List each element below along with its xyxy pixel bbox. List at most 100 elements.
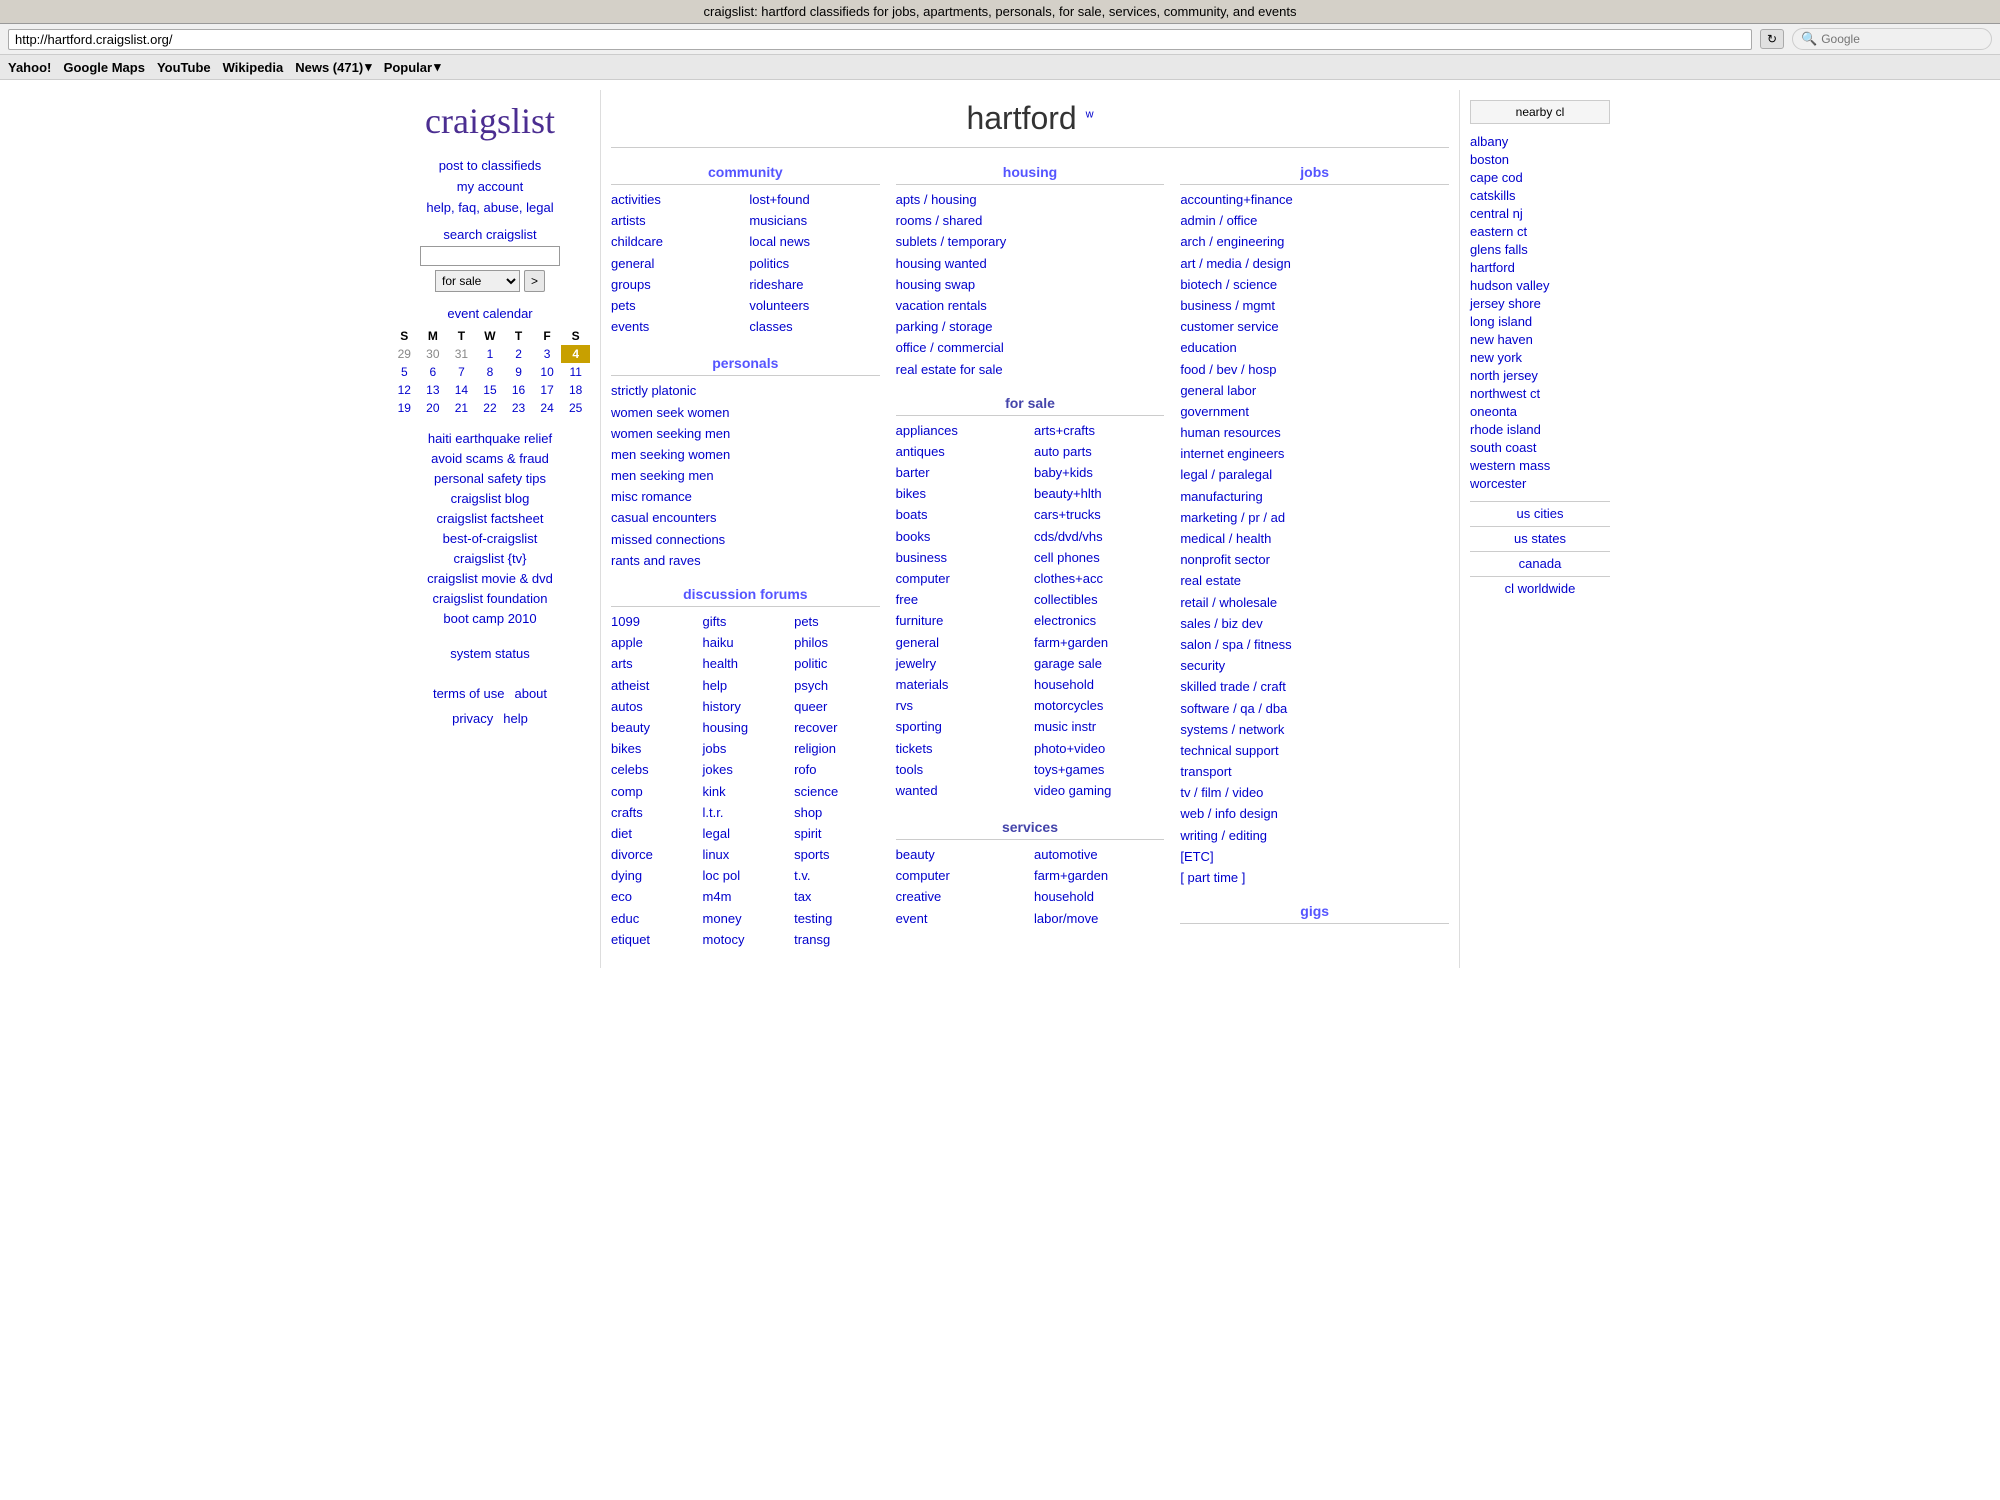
nearby-glensfalls[interactable]: glens falls xyxy=(1470,242,1610,257)
fs-tickets[interactable]: tickets xyxy=(896,740,1026,758)
job-admin[interactable]: admin / office xyxy=(1180,212,1449,230)
nearby-worcester[interactable]: worcester xyxy=(1470,476,1610,491)
cal-cell[interactable]: 20 xyxy=(419,399,448,417)
disc-tax[interactable]: tax xyxy=(794,888,880,906)
disc-crafts[interactable]: crafts xyxy=(611,804,697,822)
tv-link[interactable]: craigslist {tv} xyxy=(390,551,590,566)
housing-sublets[interactable]: sublets / temporary xyxy=(896,233,1165,251)
fs-wanted[interactable]: wanted xyxy=(896,782,1026,800)
job-realestate[interactable]: real estate xyxy=(1180,572,1449,590)
cal-cell[interactable]: 23 xyxy=(504,399,533,417)
fs-musicinstr[interactable]: music instr xyxy=(1034,718,1164,736)
disc-dying[interactable]: dying xyxy=(611,867,697,885)
cal-cell[interactable]: 24 xyxy=(533,399,562,417)
fs-photovideo[interactable]: photo+video xyxy=(1034,740,1164,758)
disc-legal[interactable]: legal xyxy=(703,825,789,843)
fs-bikes[interactable]: bikes xyxy=(896,485,1026,503)
nearby-southcoast[interactable]: south coast xyxy=(1470,440,1610,455)
cal-cell[interactable]: 18 xyxy=(561,381,590,399)
cal-cell[interactable]: 17 xyxy=(533,381,562,399)
help2-link[interactable]: help xyxy=(503,711,528,726)
community-link-rideshare[interactable]: rideshare xyxy=(749,276,879,294)
job-security[interactable]: security xyxy=(1180,657,1449,675)
disc-money[interactable]: money xyxy=(703,910,789,928)
disc-bikes[interactable]: bikes xyxy=(611,740,697,758)
job-internet[interactable]: internet engineers xyxy=(1180,445,1449,463)
nearby-newyork[interactable]: new york xyxy=(1470,350,1610,365)
bookmark-youtube[interactable]: YouTube xyxy=(157,60,211,75)
search-go-button[interactable]: > xyxy=(524,270,545,292)
job-food[interactable]: food / bev / hosp xyxy=(1180,361,1449,379)
cal-cell[interactable]: 22 xyxy=(476,399,505,417)
nearby-newhaven[interactable]: new haven xyxy=(1470,332,1610,347)
svc-creative[interactable]: creative xyxy=(896,888,1026,906)
fs-books[interactable]: books xyxy=(896,528,1026,546)
job-etc[interactable]: [ETC] xyxy=(1180,848,1449,866)
cal-cell[interactable]: 8 xyxy=(476,363,505,381)
cal-cell[interactable]: 25 xyxy=(561,399,590,417)
personals-link-misc[interactable]: misc romance xyxy=(611,488,880,506)
cal-cell[interactable]: 30 xyxy=(419,345,448,363)
nearby-rhodeisland[interactable]: rhode island xyxy=(1470,422,1610,437)
disc-rofo[interactable]: rofo xyxy=(794,761,880,779)
disc-apple[interactable]: apple xyxy=(611,634,697,652)
personals-link-wsw[interactable]: women seek women xyxy=(611,404,880,422)
personals-link-casual[interactable]: casual encounters xyxy=(611,509,880,527)
disc-queer[interactable]: queer xyxy=(794,698,880,716)
fs-furniture[interactable]: furniture xyxy=(896,612,1026,630)
popular-dropdown[interactable]: Popular▾ xyxy=(384,59,441,75)
haiti-link[interactable]: haiti earthquake relief xyxy=(390,431,590,446)
foundation-link[interactable]: craigslist foundation xyxy=(390,591,590,606)
about-link[interactable]: about xyxy=(514,686,547,701)
disc-philos[interactable]: philos xyxy=(794,634,880,652)
cal-cell[interactable]: 15 xyxy=(476,381,505,399)
disc-help[interactable]: help xyxy=(703,677,789,695)
blog-link[interactable]: craigslist blog xyxy=(390,491,590,506)
community-link-groups[interactable]: groups xyxy=(611,276,741,294)
best-of-link[interactable]: best-of-craigslist xyxy=(390,531,590,546)
movie-link[interactable]: craigslist movie & dvd xyxy=(390,571,590,586)
disc-linux[interactable]: linux xyxy=(703,846,789,864)
nearby-easternct[interactable]: eastern ct xyxy=(1470,224,1610,239)
housing-office[interactable]: office / commercial xyxy=(896,339,1165,357)
job-legal[interactable]: legal / paralegal xyxy=(1180,466,1449,484)
cal-cell[interactable]: 1 xyxy=(476,345,505,363)
cal-cell[interactable]: 11 xyxy=(561,363,590,381)
disc-pets[interactable]: pets xyxy=(794,613,880,631)
job-web[interactable]: web / info design xyxy=(1180,805,1449,823)
fs-sporting[interactable]: sporting xyxy=(896,718,1026,736)
disc-eco[interactable]: eco xyxy=(611,888,697,906)
cal-cell[interactable]: 12 xyxy=(390,381,419,399)
disc-celebs[interactable]: celebs xyxy=(611,761,697,779)
help-faq-link[interactable]: help, faq, abuse, legal xyxy=(390,200,590,215)
disc-shop[interactable]: shop xyxy=(794,804,880,822)
housing-realestate[interactable]: real estate for sale xyxy=(896,361,1165,379)
disc-locpol[interactable]: loc pol xyxy=(703,867,789,885)
svc-event[interactable]: event xyxy=(896,910,1026,928)
disc-ltr[interactable]: l.t.r. xyxy=(703,804,789,822)
fs-free[interactable]: free xyxy=(896,591,1026,609)
fs-tools[interactable]: tools xyxy=(896,761,1026,779)
my-account-link[interactable]: my account xyxy=(390,179,590,194)
disc-transg[interactable]: transg xyxy=(794,931,880,949)
svc-labormove[interactable]: labor/move xyxy=(1034,910,1164,928)
fs-antiques[interactable]: antiques xyxy=(896,443,1026,461)
fs-boats[interactable]: boats xyxy=(896,506,1026,524)
fs-appliances[interactable]: appliances xyxy=(896,422,1026,440)
canada-link[interactable]: canada xyxy=(1470,556,1610,571)
terms-link[interactable]: terms of use xyxy=(433,686,505,701)
housing-apts[interactable]: apts / housing xyxy=(896,191,1165,209)
cal-cell[interactable]: 29 xyxy=(390,345,419,363)
news-dropdown[interactable]: News (471)▾ xyxy=(295,59,371,75)
svc-automotive[interactable]: automotive xyxy=(1034,846,1164,864)
community-link-pets[interactable]: pets xyxy=(611,297,741,315)
cal-cell-today[interactable]: 4 xyxy=(561,345,590,363)
fs-motorcycles[interactable]: motorcycles xyxy=(1034,697,1164,715)
cal-cell[interactable]: 14 xyxy=(447,381,476,399)
refresh-button[interactable]: ↻ xyxy=(1760,29,1784,49)
disc-1099[interactable]: 1099 xyxy=(611,613,697,631)
safety-tips-link[interactable]: personal safety tips xyxy=(390,471,590,486)
svc-household[interactable]: household xyxy=(1034,888,1164,906)
disc-science[interactable]: science xyxy=(794,783,880,801)
bookmark-wikipedia[interactable]: Wikipedia xyxy=(223,60,284,75)
